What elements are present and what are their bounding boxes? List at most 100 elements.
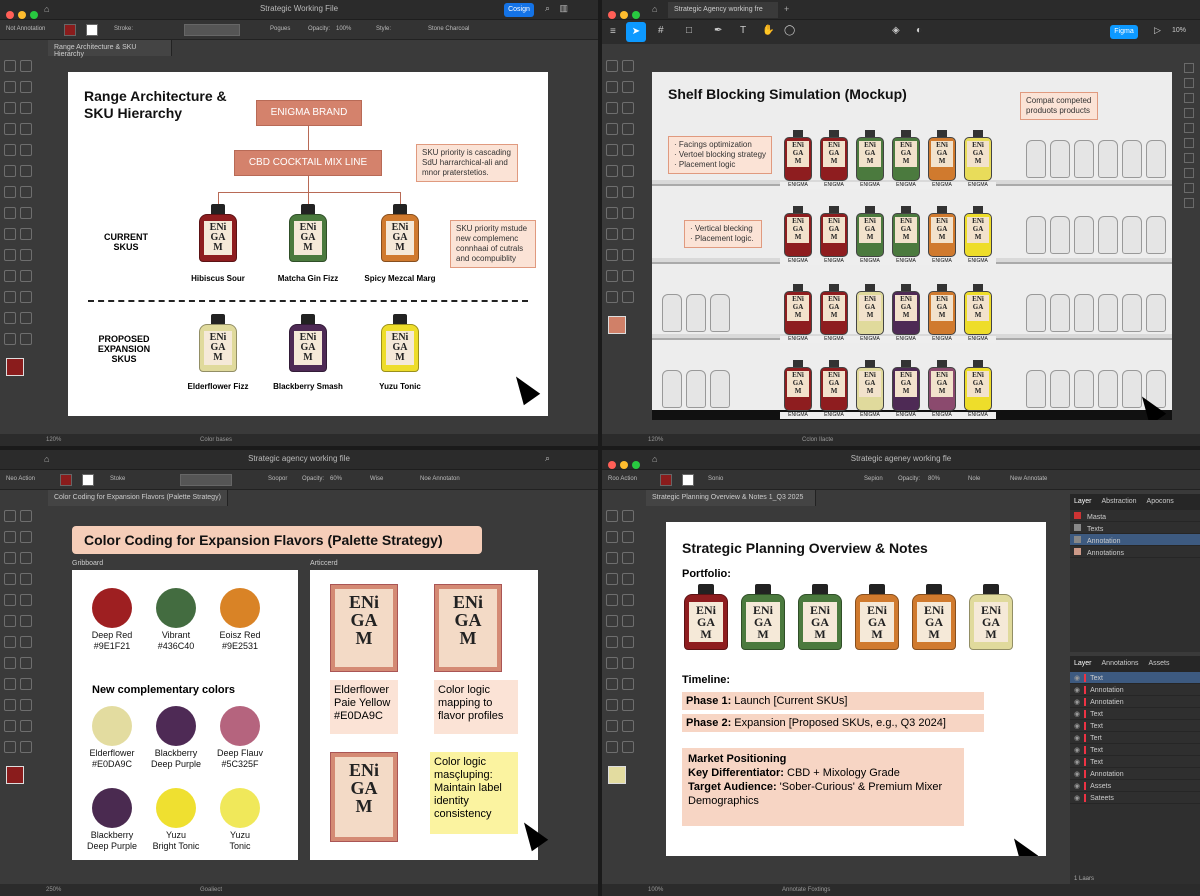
- type-icon[interactable]: [606, 573, 618, 585]
- shelf-bottle[interactable]: ENi GA M ENIGMA: [960, 130, 996, 189]
- eraser-icon[interactable]: [20, 165, 32, 177]
- bottle-yuzu[interactable]: ENi GA M: [381, 314, 419, 372]
- libraries-icon[interactable]: [1184, 93, 1194, 103]
- curvature-icon[interactable]: [622, 102, 634, 114]
- document-tab[interactable]: Range Architecture & SKU Hierarchy: [48, 40, 172, 58]
- gradient-icon[interactable]: [20, 699, 32, 711]
- style-value[interactable]: Stone Charcoal: [428, 26, 469, 32]
- color-swatch[interactable]: [220, 788, 260, 828]
- document-tab[interactable]: Color Coding for Expansion Flavors (Pale…: [48, 490, 228, 506]
- share-button[interactable]: Figma: [1110, 25, 1138, 39]
- zoom-level[interactable]: 120%: [648, 437, 663, 443]
- fill-swatch[interactable]: [64, 24, 76, 36]
- layer-row[interactable]: ◉ Annotatien: [1070, 696, 1200, 708]
- zoom-level[interactable]: 100%: [648, 887, 663, 893]
- perspective-icon[interactable]: [20, 228, 32, 240]
- hand-tool-icon[interactable]: ✋: [762, 25, 774, 36]
- fill-color-swatch[interactable]: [6, 766, 24, 784]
- annotation-note[interactable]: · Vertical blecking · Placement logic.: [684, 220, 762, 248]
- zoom-icon[interactable]: [20, 333, 32, 345]
- eyedropper-icon[interactable]: [606, 720, 618, 732]
- type-icon[interactable]: [606, 123, 618, 135]
- portfolio-bottle[interactable]: ENi GA M: [912, 584, 956, 650]
- line-icon[interactable]: [20, 573, 32, 585]
- shelf-bottle[interactable]: ENi GA M ENIGMA: [852, 284, 888, 343]
- rectangle-icon[interactable]: [606, 144, 618, 156]
- present-icon[interactable]: ▷: [1154, 25, 1161, 36]
- color-swatch[interactable]: [92, 588, 132, 628]
- free-transform-icon[interactable]: [622, 207, 634, 219]
- menu-icon[interactable]: ≡: [610, 26, 616, 37]
- color-swatch[interactable]: [220, 588, 260, 628]
- rotate-icon[interactable]: [606, 186, 618, 198]
- shelf-bottle[interactable]: ENi GA M ENIGMA: [816, 360, 852, 419]
- shelf-bottle[interactable]: ENi GA M ENIGMA: [780, 360, 816, 419]
- blend-icon[interactable]: [622, 270, 634, 282]
- shelf-bottle[interactable]: ENi GA M ENIGMA: [888, 284, 924, 343]
- swatches-icon[interactable]: [1184, 153, 1194, 163]
- search-icon[interactable]: ⌕: [545, 453, 550, 464]
- annotation-label[interactable]: Noe Annotaton: [420, 476, 460, 482]
- shelf-bottle[interactable]: ENi GA M ENIGMA: [852, 360, 888, 419]
- zoom-level[interactable]: 120%: [46, 437, 61, 443]
- direct-select-icon[interactable]: [20, 510, 32, 522]
- shelf-bottle[interactable]: ENi GA M ENIGMA: [960, 360, 996, 419]
- pathfinder-icon[interactable]: [1184, 138, 1194, 148]
- lasso-icon[interactable]: [20, 81, 32, 93]
- label-card-elderflower[interactable]: ENi GA M: [330, 752, 398, 842]
- annotation-note[interactable]: SKU priority mstude new complemenc connh…: [450, 220, 536, 268]
- fill-swatch[interactable]: [660, 474, 672, 486]
- curvature-icon[interactable]: [20, 552, 32, 564]
- layer-row[interactable]: ◉ Text: [1070, 756, 1200, 768]
- tab-abstraction[interactable]: Abstraction: [1102, 498, 1137, 505]
- shelf-bottle[interactable]: ENi GA M ENIGMA: [852, 130, 888, 189]
- line-icon[interactable]: [622, 573, 634, 585]
- shaper-icon[interactable]: [4, 615, 16, 627]
- panel-icon[interactable]: ▥: [559, 3, 568, 14]
- shelf-bottle[interactable]: ENi GA M ENIGMA: [816, 130, 852, 189]
- line-icon[interactable]: [20, 123, 32, 135]
- curvature-icon[interactable]: [622, 552, 634, 564]
- bottle-blackberry[interactable]: ENi GA M: [289, 314, 327, 372]
- magic-wand-icon[interactable]: [4, 531, 16, 543]
- layers-icon[interactable]: [1184, 78, 1194, 88]
- blend-icon[interactable]: [622, 720, 634, 732]
- transform-icon[interactable]: [1184, 123, 1194, 133]
- portfolio-bottle[interactable]: ENi GA M: [741, 584, 785, 650]
- zoom-level[interactable]: 250%: [46, 887, 61, 893]
- shelf-bottle[interactable]: ENi GA M ENIGMA: [816, 206, 852, 265]
- color-swatch[interactable]: [156, 588, 196, 628]
- warp-icon[interactable]: [606, 657, 618, 669]
- gradient-icon[interactable]: [622, 249, 634, 261]
- fill-color-swatch[interactable]: [608, 766, 626, 784]
- annotation-note[interactable]: SKU priority is cascading SdU harrarchic…: [416, 144, 518, 182]
- shelf-bottle[interactable]: ENi GA M ENIGMA: [780, 130, 816, 189]
- select-tool-icon[interactable]: [4, 510, 16, 522]
- pen-icon[interactable]: [606, 552, 618, 564]
- direct-select-icon[interactable]: [20, 60, 32, 72]
- layer-row[interactable]: ◉ Text: [1070, 672, 1200, 684]
- shelf-bottle[interactable]: ENi GA M ENIGMA: [816, 284, 852, 343]
- shelf-bottle[interactable]: ENi GA M ENIGMA: [780, 284, 816, 343]
- mesh-icon[interactable]: [4, 249, 16, 261]
- lasso-icon[interactable]: [622, 531, 634, 543]
- file-tab[interactable]: Strategic Agency working fre: [668, 2, 778, 18]
- eyedropper-icon[interactable]: [606, 270, 618, 282]
- shape-builder-icon[interactable]: [4, 228, 16, 240]
- layer-row[interactable]: Texts: [1070, 522, 1200, 534]
- new-tab-icon[interactable]: +: [784, 4, 789, 14]
- symbol-icon[interactable]: [4, 291, 16, 303]
- eraser-icon[interactable]: [20, 615, 32, 627]
- select-tool-icon[interactable]: [606, 60, 618, 72]
- label-card-mezcal[interactable]: ENi GA M: [434, 584, 502, 672]
- shape-builder-icon[interactable]: [606, 228, 618, 240]
- zoom-level[interactable]: 10%: [1172, 27, 1186, 34]
- warp-icon[interactable]: [4, 657, 16, 669]
- shelf-bottle[interactable]: ENi GA M ENIGMA: [960, 284, 996, 343]
- document-tab[interactable]: Strategic Planning Overview & Notes 1_Q3…: [646, 490, 816, 506]
- brush-icon[interactable]: [20, 144, 32, 156]
- warp-icon[interactable]: [606, 207, 618, 219]
- portfolio-bottle[interactable]: ENi GA M: [969, 584, 1013, 650]
- rectangle-icon[interactable]: [606, 594, 618, 606]
- eraser-icon[interactable]: [622, 165, 634, 177]
